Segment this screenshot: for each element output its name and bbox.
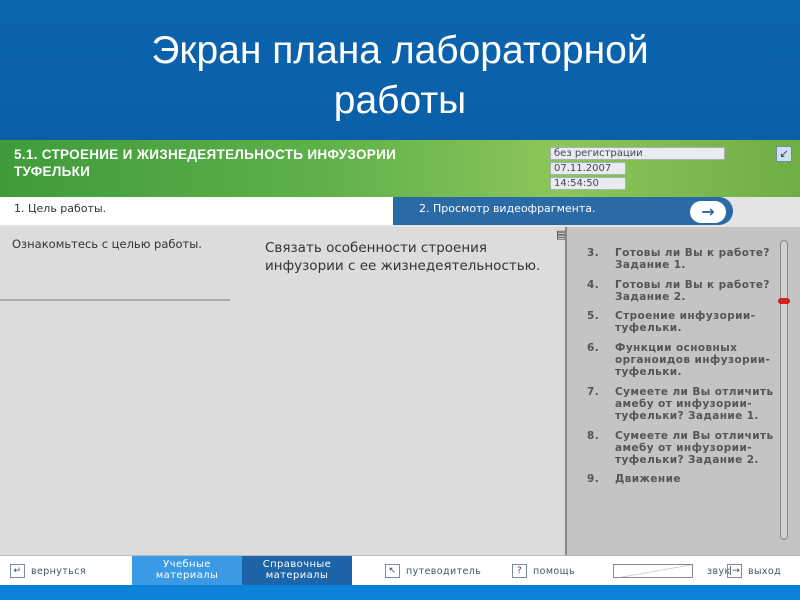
plan-item-number: 6. [587,341,600,354]
plan-item-number: 5. [587,310,600,323]
back-button[interactable]: ↵ вернуться [10,564,86,578]
step-tabs: 1. Цель работы. 2. Просмотр видеофрагмен… [0,197,800,227]
plan-item[interactable]: 5. Строение инфузории-туфельки. [587,310,777,335]
divider [0,299,230,301]
plan-item-number: 3. [587,247,600,259]
plan-item-text: Функции основных органоидов инфузории-ту… [615,341,771,379]
topic-line: ТУФЕЛЬКИ [14,164,91,179]
help-label: помощь [533,565,575,577]
minimize-icon[interactable]: ↙ [776,146,792,162]
back-label: вернуться [31,565,86,577]
scrollbar[interactable] [780,240,788,540]
cursor-icon: ↖ [385,564,400,578]
content-panel: Ознакомьтесь с целью работы. Связать осо… [0,227,565,555]
plan-item[interactable]: 4. Готовы ли Вы к работе? Задание 2. [587,279,777,304]
plan-item-number: 8. [587,429,600,442]
topic-line: 5.1. СТРОЕНИЕ И ЖИЗНЕДЕЯТЕЛЬНОСТЬ ИНФУЗО… [14,147,397,162]
plan-item-text: Сумеете ли Вы отличить амебу от инфузори… [615,385,774,423]
help-icon: ? [512,564,527,578]
plan-item-number: 7. [587,385,600,398]
exit-label: выход [748,565,782,577]
slide-title: Экран плана лабораторной работы [0,0,800,140]
return-icon: ↵ [10,564,25,578]
label: материалы [155,570,219,581]
plan-item-text: Движение [615,473,681,486]
volume-slider[interactable] [613,564,693,578]
plan-list: 3. Готовы ли Вы к работе? Задание 1. 4. Гот… [587,247,777,493]
guide-label: путеводитель [406,565,482,577]
help-button[interactable]: ? помощь [512,564,575,578]
guide-button[interactable]: ↖ путеводитель [385,564,481,578]
plan-item[interactable]: 8. Сумеете ли Вы отличить амебу от инфузо… [587,430,777,467]
instruction-text: Ознакомьтесь с целью работы. [12,237,202,251]
plan-item[interactable]: 3. Готовы ли Вы к работе? Задание 1. [587,247,777,272]
scrollbar-thumb[interactable] [778,298,790,304]
label: материалы [265,570,329,581]
tab-next-label: 2. Просмотр видеофрагмента. [419,202,596,215]
plan-item-text: Строение инфузории-туфельки. [615,310,756,335]
footer-strip [0,585,800,600]
plan-item-number: 9. [587,473,600,486]
plan-item-number: 4. [587,278,600,291]
next-arrow-button[interactable]: → [690,201,726,223]
topic-title: 5.1. СТРОЕНИЕ И ЖИЗНЕДЕЯТЕЛЬНОСТЬ ИНФУЗО… [14,146,396,180]
label: Справочные [262,559,332,570]
exit-button[interactable]: |→ выход [727,564,781,578]
plan-item[interactable]: 9. Движение [587,473,777,485]
plan-panel: 3. Готовы ли Вы к работе? Задание 1. 4. Гот… [565,227,800,555]
time-field: 14:54:50 [550,177,626,190]
plan-item[interactable]: 7. Сумеете ли Вы отличить амебу от инфузо… [587,386,777,423]
plan-item-text: Сумеете ли Вы отличить амебу от инфузори… [615,429,774,467]
plan-item-text: Готовы ли Вы к работе? Задание 2. [615,278,770,303]
plan-item[interactable]: 6. Функции основных органоидов инфузории-… [587,342,777,379]
title-line: Экран плана лабораторной [151,29,649,72]
label: Учебные [163,559,211,570]
user-field: без регистрации [550,147,725,160]
tab-current-step[interactable]: 1. Цель работы. [0,197,393,225]
bottom-nav: ↵ вернуться Учебные материалы Справочные ма… [0,555,800,586]
study-materials-button[interactable]: Учебные материалы [132,556,242,586]
tab-next-step[interactable]: 2. Просмотр видеофрагмента. [393,197,733,225]
title-line: работы [333,79,467,122]
plan-item-text: Готовы ли Вы к работе? Задание 1. [615,247,770,272]
reference-materials-button[interactable]: Справочные материалы [242,556,352,586]
exit-icon: |→ [727,564,742,578]
date-field: 07.11.2007 [550,162,626,175]
sound-control[interactable]: звук [613,564,731,578]
goal-text: Связать особенности строения инфузории с… [265,240,541,274]
